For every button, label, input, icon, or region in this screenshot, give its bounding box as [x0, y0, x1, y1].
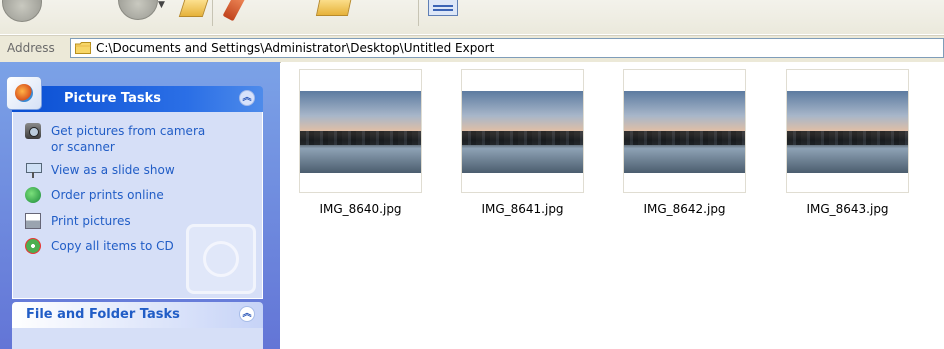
address-bar: Address C:\Documents and Settings\Admini…	[0, 35, 944, 63]
forward-dropdown-icon[interactable]: ▼	[158, 0, 168, 10]
thumbnail[interactable]	[299, 69, 422, 193]
picture-tasks-body: Get pictures from camera or scanner View…	[12, 112, 263, 299]
printer-icon	[25, 213, 41, 229]
toolbar-separator	[212, 0, 213, 26]
toolbar: ▼	[0, 0, 944, 34]
picture-tasks-panel: Picture Tasks ︽ Get pictures from camera…	[6, 76, 263, 299]
file-name[interactable]: IMG_8640.jpg	[299, 202, 422, 216]
file-folder-tasks-body	[12, 328, 263, 349]
order-prints-icon	[25, 187, 41, 203]
file-name[interactable]: IMG_8641.jpg	[461, 202, 584, 216]
thumbnail[interactable]	[623, 69, 746, 193]
collapse-chevron-icon[interactable]: ︽	[239, 90, 255, 106]
task-label[interactable]: Order prints online	[51, 187, 221, 203]
file-folder-tasks-header[interactable]: File and Folder Tasks ︽	[12, 302, 263, 328]
forward-button[interactable]	[118, 0, 158, 20]
up-folder-button[interactable]	[178, 0, 210, 17]
task-label[interactable]: Get pictures from camera or scanner	[51, 123, 221, 155]
toolbar-separator	[418, 0, 419, 26]
picture-tasks-title: Picture Tasks	[64, 91, 161, 106]
search-button[interactable]	[222, 0, 246, 22]
folder-icon	[75, 42, 91, 54]
picture-watermark-icon	[186, 224, 256, 294]
file-folder-tasks-title: File and Folder Tasks	[26, 307, 180, 322]
task-label[interactable]: Copy all items to CD	[51, 238, 221, 254]
file-view: IMG_8640.jpg IMG_8641.jpg IMG_8642.jpg I…	[281, 62, 944, 349]
file-name[interactable]: IMG_8642.jpg	[623, 202, 746, 216]
sunset-lake-photo	[787, 91, 908, 173]
sunset-lake-photo	[300, 91, 421, 173]
collapse-chevron-icon[interactable]: ︽	[239, 306, 255, 322]
address-field[interactable]: C:\Documents and Settings\Administrator\…	[70, 38, 944, 58]
camera-icon	[25, 123, 41, 139]
folders-button[interactable]	[315, 0, 353, 16]
sunset-lake-photo	[462, 91, 583, 173]
back-button[interactable]	[2, 0, 42, 22]
task-label[interactable]: Print pictures	[51, 213, 221, 229]
slideshow-icon	[25, 162, 42, 178]
views-button[interactable]	[428, 0, 458, 16]
task-pane: Picture Tasks ︽ Get pictures from camera…	[0, 62, 280, 349]
picture-tasks-header[interactable]: Picture Tasks ︽	[6, 76, 263, 112]
file-folder-tasks-panel: File and Folder Tasks ︽	[12, 302, 263, 349]
cd-icon	[25, 238, 41, 254]
address-label: Address	[7, 41, 55, 55]
thumbnail[interactable]	[786, 69, 909, 193]
thumbnail[interactable]	[461, 69, 584, 193]
picture-tasks-icon	[6, 76, 42, 110]
sunset-lake-photo	[624, 91, 745, 173]
file-name[interactable]: IMG_8643.jpg	[786, 202, 909, 216]
task-label[interactable]: View as a slide show	[51, 162, 221, 178]
address-path[interactable]: C:\Documents and Settings\Administrator\…	[96, 41, 494, 55]
